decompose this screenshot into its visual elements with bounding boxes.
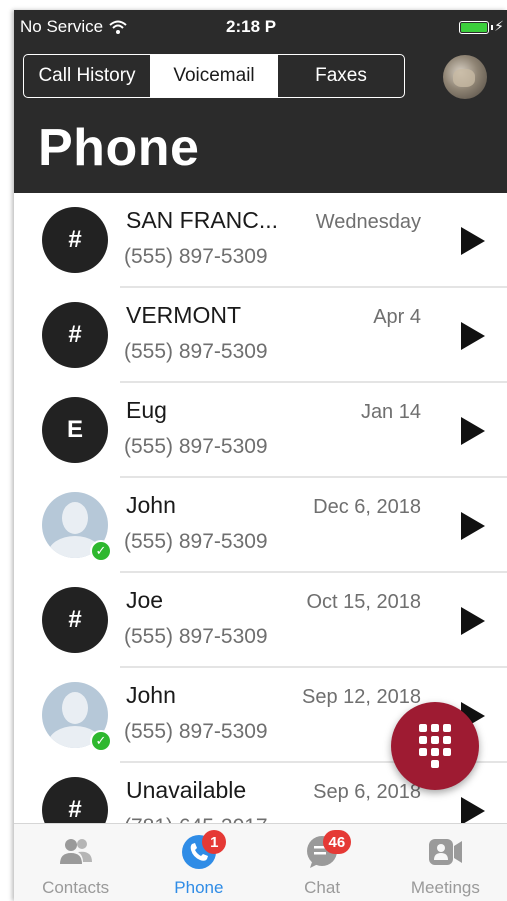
play-icon[interactable] bbox=[461, 512, 485, 540]
initial-avatar: E bbox=[42, 397, 108, 463]
hash-avatar-icon: # bbox=[42, 777, 108, 823]
play-icon[interactable] bbox=[461, 227, 485, 255]
caller-name: SAN FRANC... bbox=[126, 207, 279, 233]
carrier-label: No Service bbox=[20, 17, 104, 36]
status-time: 2:18 P bbox=[226, 17, 277, 36]
voicemail-row[interactable]: # VERMONT (555) 897-5309 Apr 4 bbox=[14, 288, 507, 383]
tab-label: Meetings bbox=[410, 878, 480, 897]
play-icon[interactable] bbox=[461, 607, 485, 635]
online-status-icon: ✓ bbox=[90, 540, 112, 562]
page-title: Phone bbox=[38, 119, 200, 177]
hash-avatar-icon: # bbox=[42, 207, 108, 273]
battery-icon bbox=[459, 21, 489, 34]
voicemail-row[interactable]: # SAN FRANC... (555) 897-5309 Wednesday bbox=[14, 193, 507, 288]
play-icon[interactable] bbox=[461, 322, 485, 350]
voicemail-row[interactable]: E Eug (555) 897-5309 Jan 14 bbox=[14, 383, 507, 478]
user-avatar[interactable] bbox=[443, 55, 487, 99]
voicemail-date: Apr 4 bbox=[373, 306, 421, 328]
video-icon bbox=[429, 839, 463, 865]
contacts-icon bbox=[59, 839, 92, 864]
dialpad-button[interactable] bbox=[391, 702, 479, 790]
status-bar: No Service 2:18 P ⚡ bbox=[14, 10, 507, 46]
voicemail-date: Dec 6, 2018 bbox=[313, 496, 421, 518]
caller-name: John bbox=[126, 682, 176, 708]
tab-contacts[interactable]: Contacts bbox=[14, 824, 137, 901]
caller-number: (555) 897-5309 bbox=[124, 435, 268, 458]
caller-name: Eug bbox=[126, 397, 167, 423]
hash-avatar-icon: # bbox=[42, 302, 108, 368]
voicemail-segmented-control: Call History Voicemail Faxes bbox=[23, 54, 405, 98]
caller-number: (555) 897-5309 bbox=[124, 625, 268, 648]
hash-avatar-icon: # bbox=[42, 587, 108, 653]
phone-badge: 1 bbox=[202, 830, 227, 854]
voicemail-date: Sep 6, 2018 bbox=[313, 781, 421, 803]
voicemail-row[interactable]: ✓ John (555) 897-5309 Dec 6, 2018 bbox=[14, 478, 507, 573]
caller-number: (555) 897-5309 bbox=[124, 720, 268, 743]
caller-name: John bbox=[126, 492, 176, 518]
tab-voicemail[interactable]: Voicemail bbox=[150, 55, 277, 97]
tab-label: Chat bbox=[304, 878, 341, 897]
tab-meetings[interactable]: Meetings bbox=[384, 824, 507, 901]
caller-number: (555) 897-5309 bbox=[124, 245, 268, 268]
charging-icon: ⚡ bbox=[494, 18, 504, 34]
tab-faxes[interactable]: Faxes bbox=[277, 55, 404, 97]
phone-screen: No Service 2:18 P ⚡ Call History Voicema… bbox=[14, 10, 507, 901]
voicemail-date: Oct 15, 2018 bbox=[306, 591, 421, 613]
caller-name: Unavailable bbox=[126, 777, 247, 803]
caller-number: (555) 897-5309 bbox=[124, 530, 268, 553]
caller-number: (781) 645-2017 bbox=[124, 815, 268, 823]
tab-label: Contacts bbox=[42, 878, 110, 897]
voicemail-date: Sep 12, 2018 bbox=[302, 686, 421, 708]
tab-label: Phone bbox=[174, 878, 224, 897]
play-icon[interactable] bbox=[461, 797, 485, 823]
online-status-icon: ✓ bbox=[90, 730, 112, 752]
caller-number: (555) 897-5309 bbox=[124, 340, 268, 363]
voicemail-date: Wednesday bbox=[315, 211, 421, 233]
wifi-icon bbox=[109, 20, 127, 34]
dialpad-icon bbox=[419, 724, 427, 732]
caller-name: VERMONT bbox=[126, 302, 241, 328]
tab-phone[interactable]: 1 Phone bbox=[137, 824, 260, 901]
tab-call-history[interactable]: Call History bbox=[24, 55, 150, 97]
tab-chat[interactable]: 46 Chat bbox=[261, 824, 384, 901]
voicemail-row[interactable]: # Joe (555) 897-5309 Oct 15, 2018 bbox=[14, 573, 507, 668]
caller-name: Joe bbox=[126, 587, 164, 613]
play-icon[interactable] bbox=[461, 417, 485, 445]
bottom-tab-bar: Contacts 1 Phone 46 Chat Meetings bbox=[14, 823, 507, 901]
chat-badge: 46 bbox=[322, 830, 352, 854]
voicemail-date: Jan 14 bbox=[360, 401, 421, 423]
